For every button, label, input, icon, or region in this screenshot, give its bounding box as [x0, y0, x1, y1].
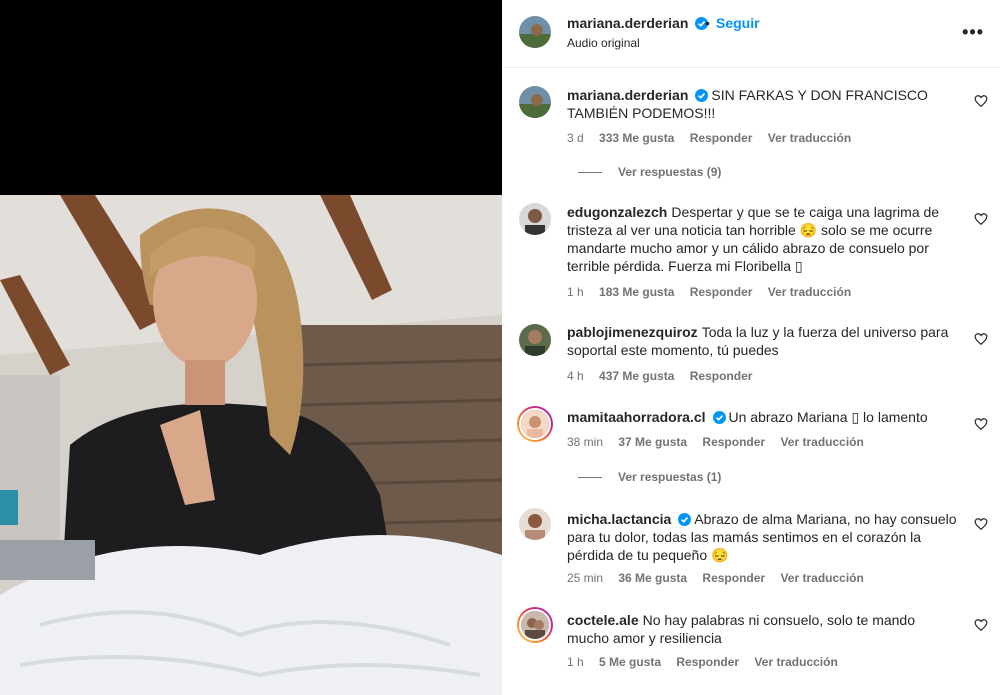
view-replies-button[interactable]: Ver respuestas (1) — [578, 470, 721, 484]
comment-body: coctele.ale No hay palabras ni consuelo, … — [567, 611, 957, 647]
avatar-image — [519, 86, 551, 118]
view-replies-label[interactable]: Ver respuestas (1) — [618, 470, 721, 484]
translate-button[interactable]: Ver traducción — [768, 131, 851, 145]
comment-avatar[interactable] — [519, 324, 551, 356]
separator-dot: • — [705, 15, 710, 31]
story-ring[interactable] — [517, 406, 553, 442]
comment-likes[interactable]: 5 Me gusta — [599, 655, 661, 669]
avatar-image — [521, 410, 549, 438]
reply-button[interactable]: Responder — [690, 131, 753, 145]
comment-avatar[interactable] — [519, 203, 551, 235]
post-header: mariana.derderian • Seguir Audio origina… — [502, 0, 1000, 68]
comment-avatar[interactable] — [519, 408, 551, 440]
video-still-illustration — [0, 195, 502, 695]
comment-meta: 38 min 37 Me gusta Responder Ver traducc… — [567, 435, 876, 449]
comment-time[interactable]: 1 h — [567, 285, 584, 299]
comment-time[interactable]: 1 h — [567, 655, 584, 669]
comment-username[interactable]: edugonzalezch — [567, 204, 667, 220]
author-username[interactable]: mariana.derderian — [567, 15, 709, 31]
like-heart-icon[interactable] — [974, 332, 988, 346]
view-replies-label[interactable]: Ver respuestas (9) — [618, 165, 721, 179]
comment-likes[interactable]: 37 Me gusta — [618, 435, 687, 449]
comment-username[interactable]: coctele.ale — [567, 612, 639, 628]
story-ring[interactable] — [517, 607, 553, 643]
comment-avatar[interactable] — [519, 508, 551, 540]
verified-badge-icon — [712, 411, 726, 424]
comment-time[interactable]: 38 min — [567, 435, 603, 449]
comment-likes[interactable]: 437 Me gusta — [599, 369, 674, 383]
author-avatar[interactable] — [519, 16, 551, 48]
replies-line — [578, 172, 602, 174]
comment-meta: 25 min 36 Me gusta Responder Ver traducc… — [567, 571, 876, 585]
comment-body: edugonzalezch Despertar y que se te caiga… — [567, 203, 957, 275]
comment-avatar[interactable] — [519, 86, 551, 118]
comment-body: mariana.derderian SIN FARKAS Y DON FRANCI… — [567, 86, 957, 122]
post-media[interactable] — [0, 0, 502, 695]
like-heart-icon[interactable] — [974, 517, 988, 531]
comment-time[interactable]: 25 min — [567, 571, 603, 585]
comment-likes[interactable]: 333 Me gusta — [599, 131, 674, 145]
follow-button[interactable]: Seguir — [716, 15, 760, 31]
view-replies-button[interactable]: Ver respuestas (9) — [578, 165, 721, 179]
verified-badge-icon — [678, 513, 692, 526]
audio-label[interactable]: Audio original — [567, 36, 640, 50]
post-sidebar: mariana.derderian • Seguir Audio origina… — [502, 0, 1000, 695]
comment-text: Un abrazo Mariana ▯ lo lamento — [728, 409, 928, 425]
like-heart-icon[interactable] — [974, 94, 988, 108]
translate-button[interactable]: Ver traducción — [768, 285, 851, 299]
avatar-image — [519, 508, 551, 540]
comment-likes[interactable]: 183 Me gusta — [599, 285, 674, 299]
avatar-image — [519, 203, 551, 235]
video-frame[interactable] — [0, 195, 502, 695]
comment-time[interactable]: 4 h — [567, 369, 584, 383]
comment-body: micha.lactancia Abrazo de alma Mariana, n… — [567, 510, 957, 564]
comment-time[interactable]: 3 d — [567, 131, 584, 145]
reply-button[interactable]: Responder — [690, 369, 753, 383]
comment-avatar[interactable] — [519, 609, 551, 641]
comment-body: pablojimenezquiroz Toda la luz y la fuerz… — [567, 323, 957, 359]
comment-meta: 1 h 183 Me gusta Responder Ver traducció… — [567, 285, 863, 299]
comment-meta: 3 d 333 Me gusta Responder Ver traducció… — [567, 131, 863, 145]
comment-body: mamitaahorradora.cl Un abrazo Mariana ▯ l… — [567, 408, 957, 426]
reply-button[interactable]: Responder — [702, 571, 765, 585]
comment-likes[interactable]: 36 Me gusta — [618, 571, 687, 585]
comment-meta: 1 h 5 Me gusta Responder Ver traducción — [567, 655, 850, 669]
replies-line — [578, 477, 602, 479]
comment-username[interactable]: pablojimenezquiroz — [567, 324, 698, 340]
avatar-image — [519, 16, 551, 48]
comment-meta: 4 h 437 Me gusta Responder — [567, 369, 764, 383]
comment-username[interactable]: mariana.derderian — [567, 87, 688, 103]
avatar-image — [519, 324, 551, 356]
more-options-icon[interactable]: ••• — [962, 22, 984, 43]
author-username-text[interactable]: mariana.derderian — [567, 15, 688, 31]
verified-badge-icon — [695, 89, 709, 102]
reply-button[interactable]: Responder — [690, 285, 753, 299]
translate-button[interactable]: Ver traducción — [780, 435, 863, 449]
reply-button[interactable]: Responder — [702, 435, 765, 449]
like-heart-icon[interactable] — [974, 618, 988, 632]
translate-button[interactable]: Ver traducción — [754, 655, 837, 669]
comment-username[interactable]: mamitaahorradora.cl — [567, 409, 706, 425]
like-heart-icon[interactable] — [974, 417, 988, 431]
translate-button[interactable]: Ver traducción — [780, 571, 863, 585]
reply-button[interactable]: Responder — [676, 655, 739, 669]
comment-username[interactable]: micha.lactancia — [567, 511, 671, 527]
like-heart-icon[interactable] — [974, 212, 988, 226]
avatar-image — [521, 611, 549, 639]
